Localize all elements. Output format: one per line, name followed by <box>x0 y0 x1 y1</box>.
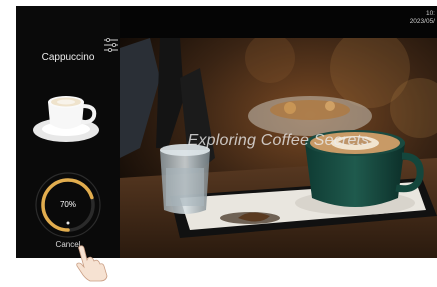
clock-time: 10: <box>425 10 435 17</box>
coffee-cup-icon <box>32 90 102 146</box>
drink-side-panel: Cappuccino 70% Cancel <box>16 6 120 258</box>
hand-pointer-icon <box>74 244 110 282</box>
progress-percent: 70% <box>59 200 76 209</box>
photo-caption: Exploring Coffee Secrets <box>187 132 370 149</box>
clock-date: 2023/05/ <box>409 18 435 25</box>
device-screen: Cappuccino 70% Cancel 10: 2023/05/ Explo… <box>16 6 437 258</box>
drink-name: Cappuccino <box>41 52 95 63</box>
status-clock: 10: 2023/05/ <box>410 10 435 26</box>
coffee-photo: Exploring Coffee Secrets <box>120 38 437 258</box>
sliders-icon[interactable] <box>103 37 119 52</box>
brew-progress-ring: 70% <box>34 171 102 239</box>
